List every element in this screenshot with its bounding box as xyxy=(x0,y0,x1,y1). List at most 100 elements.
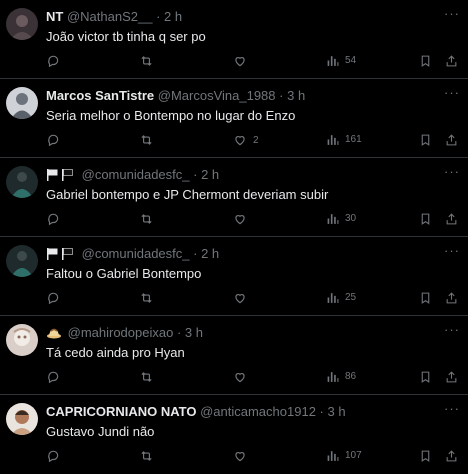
views-button[interactable]: 161 xyxy=(326,133,362,146)
retweet-icon xyxy=(141,293,152,303)
handle[interactable]: @MarcosVina_1988 xyxy=(158,88,276,103)
tweet[interactable]: Marcos SanTistre @MarcosVina_1988 · 3 h … xyxy=(0,79,468,158)
bookmark-button[interactable] xyxy=(419,291,432,305)
avatar[interactable] xyxy=(6,8,38,40)
handle[interactable]: @NathanS2__ xyxy=(67,9,152,24)
tweet[interactable]: @mahirodopeixao · 3 h ··· Tá cedo ainda … xyxy=(0,316,468,395)
views-button[interactable]: 86 xyxy=(326,370,356,383)
tweet-text: Tá cedo ainda pro Hyan xyxy=(46,345,185,360)
views-button[interactable]: 54 xyxy=(326,54,356,67)
bookmark-button[interactable] xyxy=(419,54,432,68)
handle[interactable]: @comunidadesfc_ xyxy=(82,246,190,261)
share-button[interactable] xyxy=(445,370,458,384)
share-button[interactable] xyxy=(445,133,458,147)
handle[interactable]: @comunidadesfc_ xyxy=(82,167,190,182)
bookmark-icon xyxy=(421,213,430,225)
heart-icon xyxy=(235,294,245,304)
more-options-icon[interactable]: ··· xyxy=(444,85,460,100)
like-button[interactable]: 2 xyxy=(233,133,259,147)
share-button[interactable] xyxy=(445,291,458,305)
bookmark-button[interactable] xyxy=(419,133,432,147)
like-button[interactable] xyxy=(233,54,253,68)
retweet-icon xyxy=(141,56,152,66)
tweet-text: Gustavo Jundi não xyxy=(46,424,155,439)
share-button[interactable] xyxy=(445,449,458,463)
tweet-header: NT @NathanS2__ · 2 h xyxy=(46,9,182,25)
more-options-icon[interactable]: ··· xyxy=(444,6,460,21)
separator-dot: · xyxy=(176,325,182,340)
views-button[interactable]: 30 xyxy=(326,212,356,225)
separator-dot: · xyxy=(156,9,161,24)
tweet-header: @mahirodopeixao · 3 h xyxy=(46,325,203,343)
retweet-button[interactable] xyxy=(139,291,154,305)
bookmark-button[interactable] xyxy=(419,370,432,384)
tweet-header: CAPRICORNIANO NATO @anticamacho1912 · 3 … xyxy=(46,404,346,420)
reply-icon xyxy=(48,213,59,226)
reply-button[interactable] xyxy=(46,291,66,305)
more-options-icon[interactable]: ··· xyxy=(444,164,460,179)
heart-icon xyxy=(235,215,245,225)
timestamp[interactable]: 3 h xyxy=(287,88,305,103)
tweet-header: @comunidadesfc_ · 2 h xyxy=(46,246,219,264)
timestamp[interactable]: 2 h xyxy=(201,167,219,182)
views-button[interactable]: 107 xyxy=(326,449,362,462)
timestamp[interactable]: 3 h xyxy=(328,404,346,419)
retweet-button[interactable] xyxy=(139,449,154,463)
retweet-button[interactable] xyxy=(139,370,154,384)
like-button[interactable] xyxy=(233,449,253,463)
tweet[interactable]: @comunidadesfc_ · 2 h ··· Gabriel bontem… xyxy=(0,158,468,237)
avatar[interactable] xyxy=(6,166,38,198)
views-icon xyxy=(327,293,339,303)
tweet-text: João victor tb tinha q ser po xyxy=(46,29,206,44)
reply-icon xyxy=(48,55,59,68)
reply-button[interactable] xyxy=(46,133,66,147)
timestamp[interactable]: 3 h xyxy=(185,325,203,340)
retweet-button[interactable] xyxy=(139,54,154,68)
more-options-icon[interactable]: ··· xyxy=(444,401,460,416)
avatar[interactable] xyxy=(6,245,38,277)
more-options-icon[interactable]: ··· xyxy=(444,322,460,337)
heart-icon xyxy=(235,57,245,67)
reply-button[interactable] xyxy=(46,449,66,463)
handle[interactable]: @mahirodopeixao xyxy=(68,325,174,340)
tweet-header: @comunidadesfc_ · 2 h xyxy=(46,167,219,185)
reply-icon xyxy=(48,134,59,147)
reply-icon xyxy=(48,292,59,305)
separator-dot: · xyxy=(193,246,198,261)
tweet[interactable]: NT @NathanS2__ · 2 h ··· João victor tb … xyxy=(0,0,468,79)
share-icon xyxy=(446,213,457,225)
display-name[interactable]: NT xyxy=(46,9,63,24)
tweet-text: Seria melhor o Bontempo no lugar do Enzo xyxy=(46,108,296,123)
tweet[interactable]: CAPRICORNIANO NATO @anticamacho1912 · 3 … xyxy=(0,395,468,474)
reply-button[interactable] xyxy=(46,370,66,384)
tweet[interactable]: @comunidadesfc_ · 2 h ··· Faltou o Gabri… xyxy=(0,237,468,316)
bookmark-button[interactable] xyxy=(419,212,432,226)
views-button[interactable]: 25 xyxy=(326,291,356,304)
views-icon xyxy=(327,372,339,382)
like-button[interactable] xyxy=(233,291,253,305)
share-button[interactable] xyxy=(445,212,458,226)
tweet-actions: 25 xyxy=(0,291,468,307)
avatar[interactable] xyxy=(6,87,38,119)
more-options-icon[interactable]: ··· xyxy=(444,243,460,258)
views-icon xyxy=(327,451,339,461)
bookmark-button[interactable] xyxy=(419,449,432,463)
reply-button[interactable] xyxy=(46,212,66,226)
handle[interactable]: @anticamacho1912 xyxy=(200,404,316,419)
timestamp[interactable]: 2 h xyxy=(201,246,219,261)
pudding-emoji-icon xyxy=(46,327,62,343)
share-button[interactable] xyxy=(445,54,458,68)
display-name[interactable]: Marcos SanTistre xyxy=(46,88,154,103)
reply-icon xyxy=(48,371,59,384)
reply-feed: NT @NathanS2__ · 2 h ··· João victor tb … xyxy=(0,0,468,474)
avatar[interactable] xyxy=(6,403,38,435)
retweet-button[interactable] xyxy=(139,133,154,147)
avatar[interactable] xyxy=(6,324,38,356)
timestamp[interactable]: 2 h xyxy=(164,9,182,24)
reply-button[interactable] xyxy=(46,54,66,68)
like-button[interactable] xyxy=(233,370,253,384)
like-button[interactable] xyxy=(233,212,253,226)
retweet-button[interactable] xyxy=(139,212,154,226)
share-icon xyxy=(446,371,457,383)
display-name[interactable]: CAPRICORNIANO NATO xyxy=(46,404,196,419)
